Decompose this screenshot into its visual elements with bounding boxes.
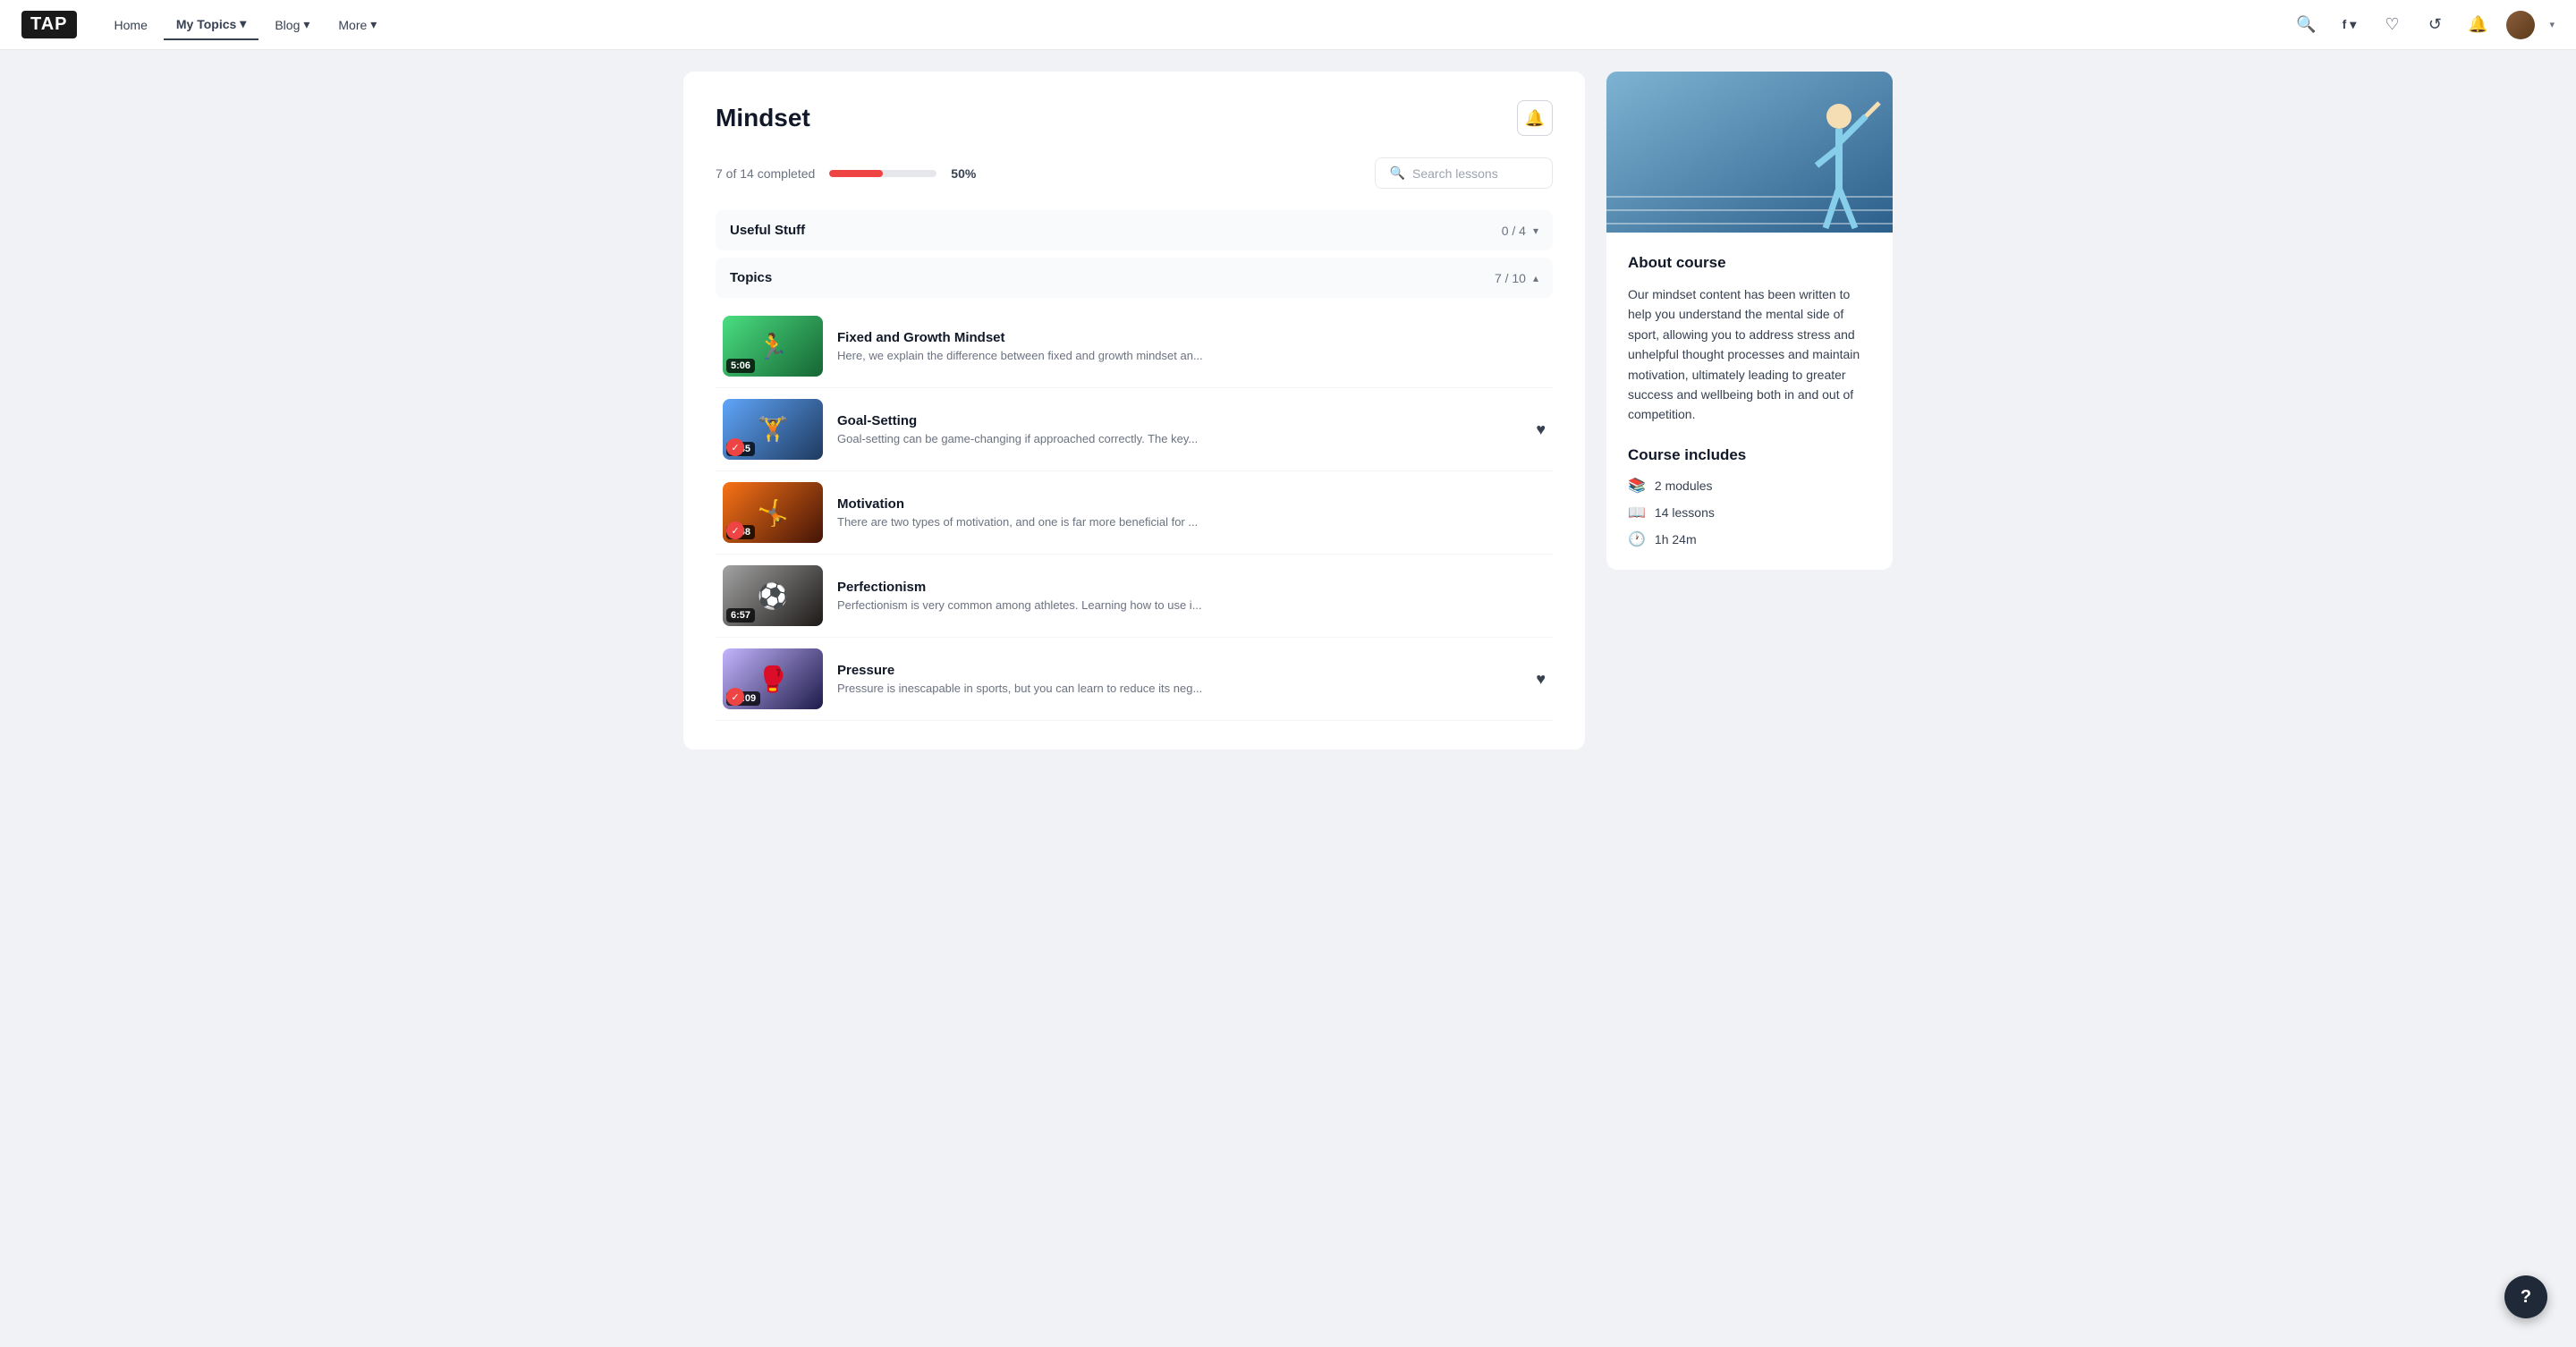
section-topics[interactable]: Topics 7 / 10 ▴ [716, 258, 1553, 298]
course-panel: Mindset 🔔 7 of 14 completed 50% 🔍 Useful… [683, 72, 1585, 750]
lesson-info: Fixed and Growth Mindset Here, we explai… [837, 330, 1546, 362]
section-count: 0 / 4 [1502, 224, 1526, 238]
chevron-down-icon: ▾ [1533, 224, 1538, 237]
course-header: Mindset 🔔 [716, 100, 1553, 136]
list-item[interactable]: 🏃 5:06 Fixed and Growth Mindset Here, we… [716, 305, 1553, 388]
sidebar-panel: About course Our mindset content has bee… [1606, 72, 1893, 750]
progress-bar-fill [829, 170, 883, 177]
lesson-info: Motivation There are two types of motiva… [837, 496, 1546, 529]
search-icon: 🔍 [1390, 165, 1405, 181]
heart-button[interactable]: ♥ [1536, 670, 1546, 689]
about-course-text: Our mindset content has been written to … [1628, 284, 1871, 425]
section-title: Useful Stuff [730, 223, 805, 238]
search-input[interactable] [1412, 166, 1538, 181]
nav-blog[interactable]: Blog ▾ [262, 10, 322, 39]
logo[interactable]: TAP [21, 11, 77, 38]
facebook-icon[interactable]: f ▾ [2334, 11, 2363, 39]
lesson-title: Perfectionism [837, 580, 1546, 595]
list-item[interactable]: ⚽ 6:57 Perfectionism Perfectionism is ve… [716, 555, 1553, 638]
lesson-info: Goal-Setting Goal-setting can be game-ch… [837, 413, 1521, 445]
progress-label: 7 of 14 completed [716, 166, 815, 181]
section-title: Topics [730, 270, 772, 285]
list-item[interactable]: 🥊 15:09 ✓ Pressure Pressure is inescapab… [716, 638, 1553, 721]
bell-icon: 🔔 [1525, 109, 1545, 128]
bell-button[interactable]: 🔔 [1517, 100, 1553, 136]
nav-home[interactable]: Home [102, 11, 160, 39]
clock-icon: 🕐 [1628, 530, 1646, 548]
lesson-title: Goal-Setting [837, 413, 1521, 428]
progress-bar-track [829, 170, 936, 177]
help-button[interactable]: ? [2504, 1275, 2547, 1318]
includes-list: 📚 2 modules 📖 14 lessons 🕐 1h 24m [1628, 477, 1871, 548]
lesson-thumbnail: 🤸 6:58 ✓ [723, 482, 823, 543]
lesson-info: Pressure Pressure is inescapable in spor… [837, 663, 1521, 695]
bell-icon[interactable]: 🔔 [2463, 11, 2492, 39]
includes-item: 📚 2 modules [1628, 477, 1871, 495]
modules-icon: 📚 [1628, 477, 1646, 495]
lesson-title: Pressure [837, 663, 1521, 678]
lessons-list: 🏃 5:06 Fixed and Growth Mindset Here, we… [716, 305, 1553, 721]
lesson-description: Pressure is inescapable in sports, but y… [837, 682, 1302, 695]
list-item[interactable]: 🏋️ 3:45 ✓ Goal-Setting Goal-setting can … [716, 388, 1553, 471]
course-title: Mindset [716, 104, 810, 132]
progress-row: 7 of 14 completed 50% 🔍 [716, 157, 1553, 189]
avatar[interactable] [2506, 11, 2535, 39]
about-course-title: About course [1628, 254, 1871, 272]
lesson-info: Perfectionism Perfectionism is very comm… [837, 580, 1546, 612]
lesson-description: Goal-setting can be game-changing if app… [837, 432, 1302, 445]
lessons-icon: 📖 [1628, 504, 1646, 521]
favorites-icon[interactable]: ♡ [2377, 11, 2406, 39]
completed-badge: ✓ [726, 438, 744, 456]
section-count: 7 / 10 [1495, 271, 1526, 285]
list-item[interactable]: 🤸 6:58 ✓ Motivation There are two types … [716, 471, 1553, 555]
includes-modules-label: 2 modules [1655, 479, 1713, 493]
history-icon[interactable]: ↺ [2420, 11, 2449, 39]
lesson-title: Fixed and Growth Mindset [837, 330, 1546, 345]
lesson-thumbnail: 🏃 5:06 [723, 316, 823, 377]
navbar: TAP Home My Topics ▾ Blog ▾ More ▾ 🔍 f ▾… [0, 0, 2576, 50]
lesson-description: Here, we explain the difference between … [837, 349, 1302, 362]
lesson-description: Perfectionism is very common among athle… [837, 598, 1302, 612]
chevron-down-icon: ▾ [240, 16, 246, 31]
nav-links: Home My Topics ▾ Blog ▾ More ▾ [102, 9, 2292, 40]
section-useful-stuff[interactable]: Useful Stuff 0 / 4 ▾ [716, 210, 1553, 250]
search-lessons-box[interactable]: 🔍 [1375, 157, 1553, 189]
lesson-thumbnail: 🏋️ 3:45 ✓ [723, 399, 823, 460]
includes-duration-label: 1h 24m [1655, 532, 1697, 546]
chevron-down-icon: ▾ [2549, 19, 2555, 30]
course-image [1606, 72, 1893, 233]
heart-button[interactable]: ♥ [1536, 420, 1546, 439]
chevron-down-icon: ▾ [370, 17, 377, 32]
lesson-thumbnail: 🥊 15:09 ✓ [723, 648, 823, 709]
lesson-description: There are two types of motivation, and o… [837, 515, 1302, 529]
lesson-title: Motivation [837, 496, 1546, 512]
main-container: Mindset 🔔 7 of 14 completed 50% 🔍 Useful… [662, 50, 1914, 771]
nav-actions: 🔍 f ▾ ♡ ↺ 🔔 ▾ [2292, 11, 2555, 39]
chevron-up-icon: ▴ [1533, 272, 1538, 284]
includes-item: 📖 14 lessons [1628, 504, 1871, 521]
course-info-card: About course Our mindset content has bee… [1606, 233, 1893, 570]
completed-badge: ✓ [726, 688, 744, 706]
course-includes-title: Course includes [1628, 446, 1871, 464]
nav-my-topics[interactable]: My Topics ▾ [164, 9, 258, 40]
completed-badge: ✓ [726, 521, 744, 539]
chevron-down-icon: ▾ [303, 17, 309, 32]
includes-item: 🕐 1h 24m [1628, 530, 1871, 548]
nav-more[interactable]: More ▾ [326, 10, 389, 39]
progress-percent: 50% [951, 166, 976, 181]
duration-badge: 6:57 [726, 608, 755, 623]
duration-badge: 5:06 [726, 359, 755, 373]
lesson-thumbnail: ⚽ 6:57 [723, 565, 823, 626]
search-icon[interactable]: 🔍 [2292, 11, 2320, 39]
includes-lessons-label: 14 lessons [1655, 505, 1715, 520]
